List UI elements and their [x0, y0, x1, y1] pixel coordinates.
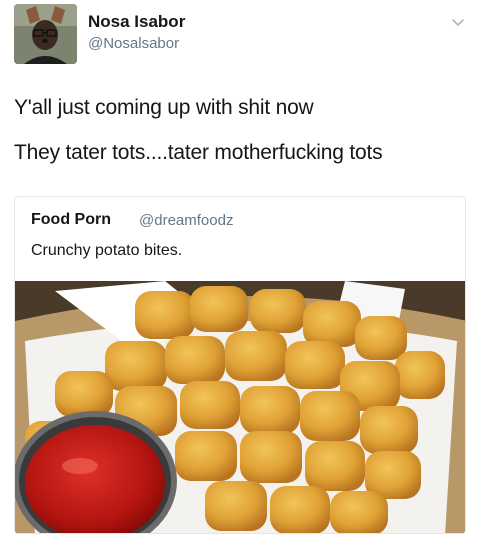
tweet-text-line-1: Y'all just coming up with shit now	[14, 96, 314, 119]
author-name[interactable]: Nosa Isabor	[88, 12, 185, 32]
quoted-author-handle: @dreamfoodz	[139, 212, 234, 229]
quoted-tweet-card[interactable]: Food Porn @dreamfoodz Crunchy potato bit…	[14, 196, 466, 534]
chevron-down-icon[interactable]	[450, 14, 466, 30]
avatar[interactable]	[14, 4, 77, 64]
tater-tots-photo[interactable]	[15, 281, 466, 534]
quoted-author-name: Food Porn	[31, 211, 111, 228]
author-handle[interactable]: @Nosalsabor	[88, 35, 179, 52]
tweet-text-line-2: They tater tots....tater motherfucking t…	[14, 141, 383, 164]
avatar-photo	[14, 4, 77, 64]
quoted-tweet-text: Crunchy potato bites.	[31, 242, 183, 259]
